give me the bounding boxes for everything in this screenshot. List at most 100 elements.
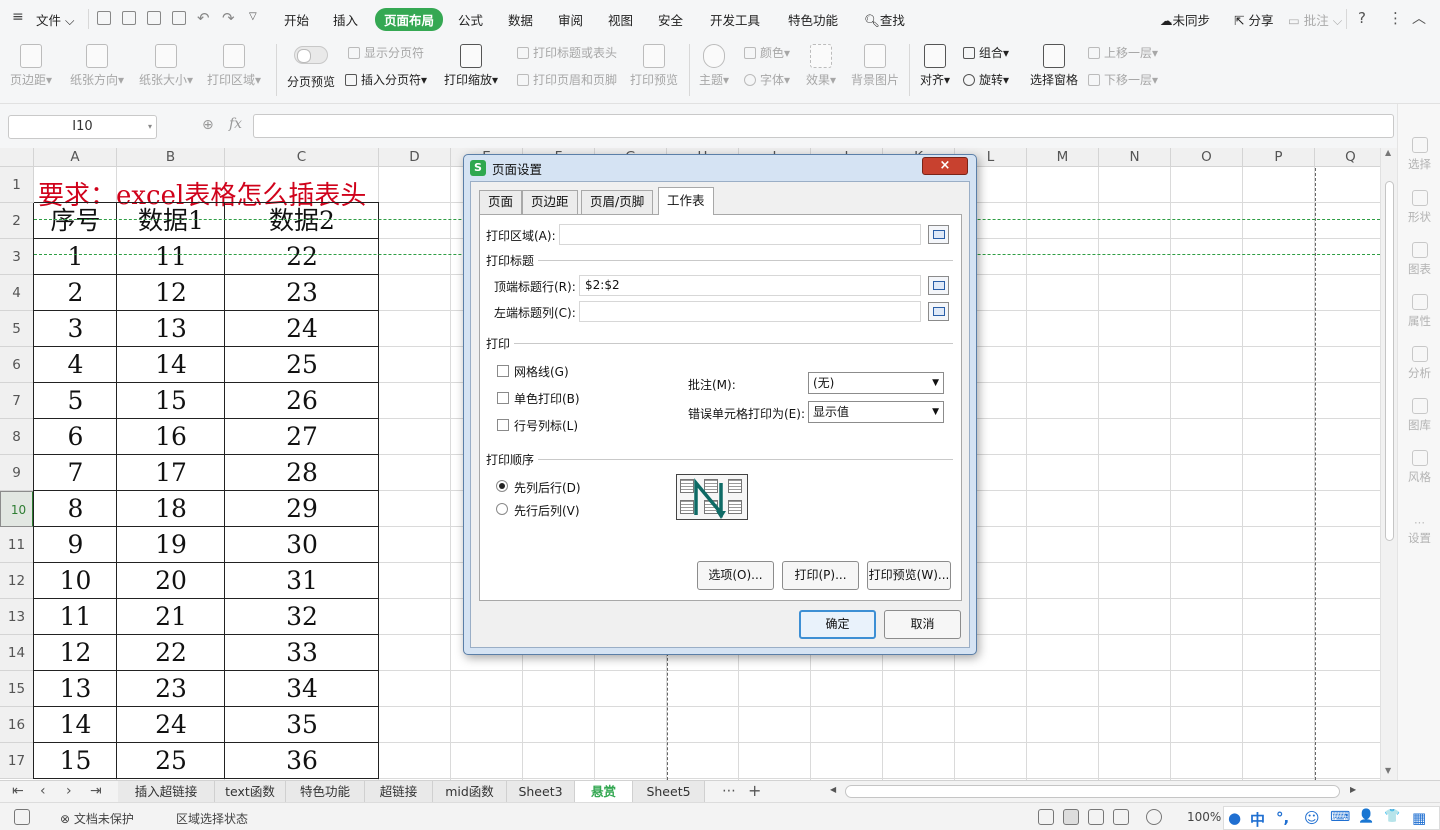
sync-status[interactable]: ☁未同步 [1160, 10, 1210, 29]
more-icon[interactable]: ⋮ [1388, 9, 1403, 27]
table-cell[interactable]: 30 [225, 527, 379, 563]
page-layout-view-icon[interactable] [1113, 809, 1129, 825]
over-then-down-label[interactable]: 先行后列(V) [514, 502, 580, 519]
customize-icon[interactable]: ▽ [249, 11, 257, 22]
row-header-15[interactable]: 15 [0, 671, 34, 707]
table-cell[interactable]: 4 [34, 347, 117, 383]
fonts-button[interactable]: 字体▾ [744, 71, 790, 88]
over-then-down-radio[interactable] [496, 503, 508, 515]
print-preview-button[interactable]: 打印预览 [630, 44, 678, 88]
table-cell[interactable]: 6 [34, 419, 117, 455]
export-icon[interactable] [122, 11, 136, 25]
table-cell[interactable]: 21 [117, 599, 225, 635]
row-col-headings-label[interactable]: 行号列标(L) [514, 417, 578, 434]
row-header-16[interactable]: 16 [0, 707, 34, 743]
table-cell[interactable]: 29 [225, 491, 379, 527]
row-header-17[interactable]: 17 [0, 743, 34, 779]
side-shape[interactable]: 形状 [1398, 190, 1440, 225]
row-header-1[interactable]: 1 [0, 167, 34, 203]
table-cell[interactable]: 27 [225, 419, 379, 455]
down-then-over-label[interactable]: 先列后行(D) [514, 479, 581, 496]
mono-checkbox[interactable] [497, 392, 509, 404]
collapse-ribbon-icon[interactable]: ︿ [1412, 8, 1426, 28]
table-cell[interactable]: 35 [225, 707, 379, 743]
macro-icon[interactable] [14, 809, 30, 825]
gridlines-checkbox[interactable] [497, 365, 509, 377]
sheet-tab[interactable]: 超链接 [365, 781, 433, 802]
table-cell[interactable]: 1 [34, 239, 117, 275]
table-cell[interactable]: 15 [117, 383, 225, 419]
column-header-b[interactable]: B [117, 148, 225, 167]
group-button[interactable]: 组合▾ [963, 44, 1009, 61]
tab-home[interactable]: 开始 [284, 10, 309, 29]
sheet-tab[interactable]: text函数 [215, 781, 286, 802]
tab-page-layout[interactable]: 页面布局 [375, 8, 444, 31]
header-cell[interactable]: 数据1 [117, 203, 225, 239]
top-rows-ref-button[interactable] [928, 276, 949, 295]
tab-view[interactable]: 视图 [608, 10, 633, 29]
share-button[interactable]: ⇱ 分享 [1234, 10, 1273, 29]
name-box[interactable]: I10 ▾ [8, 115, 157, 139]
ime-user-icon[interactable]: 👤 [1358, 809, 1374, 824]
table-cell[interactable]: 12 [34, 635, 117, 671]
table-cell[interactable]: 25 [117, 743, 225, 779]
table-cell[interactable]: 31 [225, 563, 379, 599]
page-break-preview-button[interactable]: 分页预览 [287, 46, 335, 90]
table-cell[interactable]: 20 [117, 563, 225, 599]
comment-button[interactable]: ▭ 批注 ⌵ [1288, 10, 1342, 29]
left-cols-input[interactable] [579, 301, 921, 322]
first-sheet-icon[interactable]: ⇤ [12, 783, 24, 799]
print-titles-button[interactable]: 打印标题或表头 [517, 44, 617, 61]
table-cell[interactable]: 11 [34, 599, 117, 635]
down-then-over-radio[interactable] [496, 480, 508, 492]
mono-label[interactable]: 单色打印(B) [514, 390, 580, 407]
paper-size-button[interactable]: 纸张大小▾ [139, 44, 193, 88]
left-cols-ref-button[interactable] [928, 302, 949, 321]
column-header-c[interactable]: C [225, 148, 379, 167]
side-analysis[interactable]: 分析 [1398, 346, 1440, 381]
table-cell[interactable]: 10 [34, 563, 117, 599]
table-cell[interactable]: 14 [117, 347, 225, 383]
ime-skin-icon[interactable]: 👕 [1384, 809, 1400, 824]
side-style[interactable]: 风格 [1398, 450, 1440, 485]
tab-security[interactable]: 安全 [658, 10, 683, 29]
table-cell[interactable]: 13 [117, 311, 225, 347]
background-image-button[interactable]: 背景图片 [851, 44, 899, 88]
select-all-corner[interactable] [0, 148, 34, 167]
print-preview-button[interactable]: 打印预览(W)... [867, 561, 951, 590]
tab-sheet[interactable]: 工作表 [658, 187, 714, 215]
row-header-5[interactable]: 5 [0, 311, 34, 347]
table-cell[interactable]: 36 [225, 743, 379, 779]
menu-icon[interactable]: ≡ [12, 9, 24, 25]
tab-special-features[interactable]: 特色功能 [788, 10, 838, 29]
table-cell[interactable]: 16 [117, 419, 225, 455]
insert-page-break-button[interactable]: 插入分页符▾ [345, 71, 427, 88]
print-scale-button[interactable]: 打印缩放▾ [444, 44, 498, 88]
table-cell[interactable]: 24 [225, 311, 379, 347]
theme-button[interactable]: 主题▾ [699, 44, 729, 88]
tab-developer[interactable]: 开发工具 [710, 10, 760, 29]
top-rows-input[interactable]: $2:$2 [579, 275, 921, 296]
rotate-button[interactable]: 旋转▾ [963, 71, 1009, 88]
column-header-q[interactable]: Q [1315, 148, 1380, 167]
tab-margins[interactable]: 页边距 [522, 190, 578, 214]
scroll-down-icon[interactable]: ▼ [1385, 766, 1391, 775]
ime-emoji-icon[interactable]: ☺ [1304, 809, 1320, 827]
column-header-d[interactable]: D [379, 148, 451, 167]
tab-formulas[interactable]: 公式 [458, 10, 483, 29]
row-header-11[interactable]: 11 [0, 527, 34, 563]
margins-button[interactable]: 页边距▾ [10, 44, 52, 88]
table-cell[interactable]: 22 [225, 239, 379, 275]
sheet-tab[interactable]: 特色功能 [286, 781, 365, 802]
ime-mode[interactable]: 中 [1250, 809, 1265, 830]
header-cell[interactable]: 数据2 [225, 203, 379, 239]
table-cell[interactable]: 11 [117, 239, 225, 275]
side-settings[interactable]: ··· 设置 [1398, 516, 1440, 546]
search-button[interactable]: 🔍︎查找 [864, 10, 905, 29]
column-header-a[interactable]: A [34, 148, 117, 167]
ok-button[interactable]: 确定 [799, 610, 876, 639]
horizontal-scrollbar[interactable] [845, 785, 1340, 798]
sheet-tab[interactable]: 插入超链接 [118, 781, 215, 802]
side-chart[interactable]: 图表 [1398, 242, 1440, 277]
table-cell[interactable]: 34 [225, 671, 379, 707]
